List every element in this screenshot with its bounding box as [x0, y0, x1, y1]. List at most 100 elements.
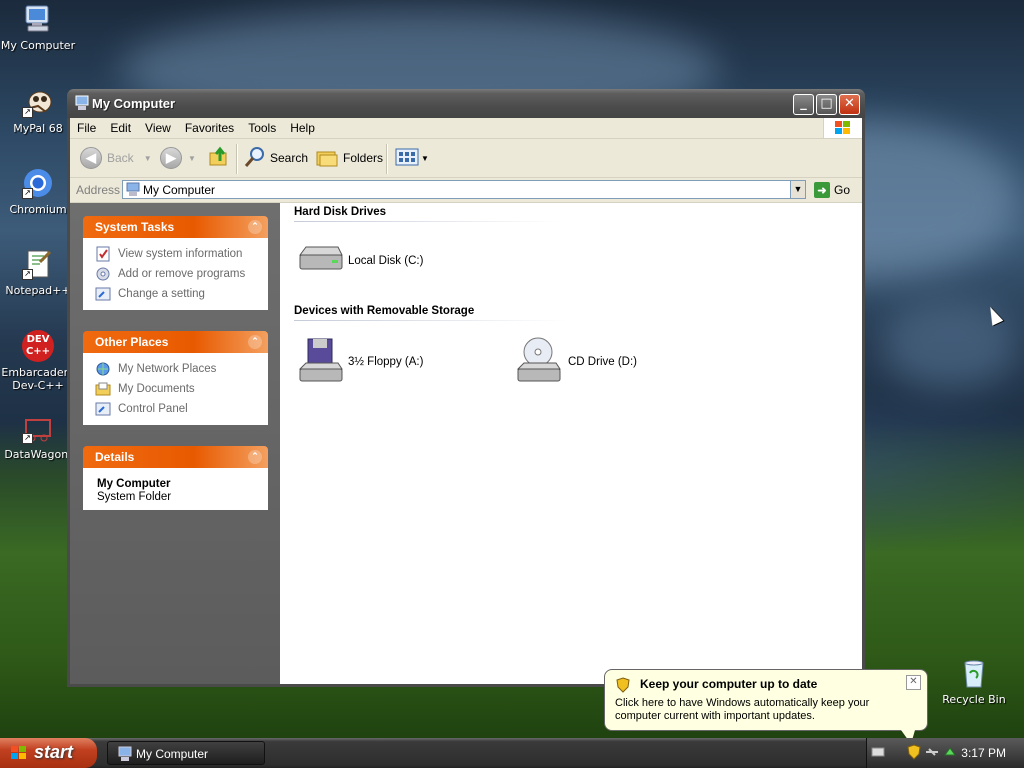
panel-title: Details	[95, 450, 135, 464]
menu-view[interactable]: View	[138, 118, 178, 135]
desktop-icon-label: DataWagon.	[4, 448, 72, 461]
close-button[interactable]: ✕	[839, 94, 860, 115]
address-value: My Computer	[143, 183, 216, 197]
place-label: Control Panel	[118, 403, 188, 415]
taskbar-button-my-computer[interactable]: My Computer	[107, 741, 265, 765]
search-button[interactable]: Search	[243, 146, 308, 170]
task-label: View system information	[118, 248, 243, 260]
forward-arrow-icon: ▶	[160, 147, 182, 169]
network-icon[interactable]	[925, 746, 939, 761]
drive-label: 3½ Floppy (A:)	[348, 355, 424, 368]
clock[interactable]: 3:17 PM	[961, 746, 1006, 760]
desktop-icon-mypal[interactable]: ↗ MyPal 68	[0, 86, 76, 135]
back-button[interactable]: ◀ Back ▼	[80, 146, 152, 170]
drive-cd-d[interactable]: CD Drive (D:)	[514, 335, 637, 388]
title-bar[interactable]: My Computer _ □ ✕	[67, 89, 865, 118]
up-folder-button[interactable]	[208, 146, 230, 170]
collapse-chevron-icon[interactable]: ⌃	[248, 220, 262, 234]
shortcut-arrow-icon: ↗	[22, 188, 33, 199]
folders-button[interactable]: Folders	[315, 146, 383, 170]
address-label: Address	[76, 183, 121, 197]
datawagon-icon: ↗	[22, 412, 54, 444]
up-folder-icon	[208, 146, 230, 171]
floppy-drive-icon	[296, 335, 344, 388]
minimize-button[interactable]: _	[793, 94, 814, 115]
place-label: My Documents	[118, 383, 195, 395]
balloon-close-button[interactable]: ✕	[906, 675, 921, 690]
details-panel: Details ⌃ My Computer System Folder	[83, 446, 268, 510]
go-arrow-icon: ➜	[814, 182, 830, 198]
views-button[interactable]: ▼	[395, 146, 429, 170]
task-add-remove-programs[interactable]: Add or remove programs	[95, 264, 268, 284]
desktop-icon-label: Embarcadero	[1, 366, 75, 379]
place-control-panel[interactable]: Control Panel	[95, 399, 268, 419]
task-view-system-info[interactable]: View system information	[95, 244, 268, 264]
other-places-panel: Other Places ⌃ My Network Places My Docu…	[83, 331, 268, 425]
shortcut-arrow-icon: ↗	[22, 433, 33, 444]
drive-label: CD Drive (D:)	[568, 355, 637, 368]
forward-button[interactable]: ▶ ▼	[160, 146, 196, 170]
chevron-down-icon: ▼	[421, 153, 429, 163]
devcpp-logo-text: DEV	[26, 334, 50, 345]
security-shield-icon[interactable]	[907, 744, 921, 763]
desktop-icon-datawagon[interactable]: ↗ DataWagon.	[0, 412, 76, 461]
system-tasks-panel: System Tasks ⌃ View system information A…	[83, 216, 268, 310]
drive-floppy-a[interactable]: 3½ Floppy (A:)	[296, 335, 423, 388]
details-header[interactable]: Details ⌃	[83, 446, 268, 468]
panel-title: System Tasks	[95, 220, 175, 234]
notepadpp-icon: ↗	[22, 248, 54, 280]
computer-icon	[126, 182, 140, 200]
mypal-icon: ↗	[22, 86, 54, 118]
chevron-down-icon: ▼	[188, 153, 196, 163]
start-button[interactable]: start	[0, 738, 97, 768]
address-input[interactable]: My Computer	[122, 180, 806, 199]
collapse-chevron-icon[interactable]: ⌃	[248, 450, 262, 464]
control-panel-icon	[95, 286, 111, 302]
details-type: System Folder	[97, 491, 172, 503]
task-pane: System Tasks ⌃ View system information A…	[70, 203, 280, 684]
menu-help[interactable]: Help	[283, 118, 322, 135]
desktop-icon-label: My Computer	[0, 39, 76, 52]
menu-bar: File Edit View Favorites Tools Help	[70, 118, 862, 139]
desktop-icon-my-computer[interactable]: My Computer	[0, 3, 76, 52]
update-notification-balloon[interactable]: Keep your computer up to date ✕ Click he…	[604, 669, 928, 744]
place-label: My Network Places	[118, 363, 217, 375]
chromium-icon: ↗	[22, 167, 54, 199]
go-button[interactable]: ➜ Go	[814, 181, 850, 199]
address-dropdown-chevron-icon[interactable]: ▼	[790, 180, 806, 199]
devcpp-icon: DEV C++	[22, 330, 54, 362]
shield-icon	[615, 677, 631, 696]
place-my-documents[interactable]: My Documents	[95, 379, 268, 399]
menu-file[interactable]: File	[70, 118, 103, 135]
other-places-header[interactable]: Other Places ⌃	[83, 331, 268, 353]
window-title: My Computer	[92, 96, 176, 111]
menu-favorites[interactable]: Favorites	[178, 118, 241, 135]
menu-tools[interactable]: Tools	[241, 118, 283, 135]
computer-icon	[22, 3, 54, 35]
place-my-network-places[interactable]: My Network Places	[95, 359, 268, 379]
views-icon	[395, 147, 419, 170]
hard-disk-icon	[296, 241, 344, 280]
desktop-icon-label: MyPal 68	[13, 122, 63, 135]
balloon-title: Keep your computer up to date	[640, 677, 818, 691]
desktop-icon-recycle-bin[interactable]: Recycle Bin	[936, 657, 1012, 706]
drive-label: Local Disk (C:)	[348, 254, 424, 267]
drive-local-disk-c[interactable]: Local Disk (C:)	[296, 241, 423, 280]
content-pane: Hard Disk Drives Local Disk (C:) Devices…	[280, 203, 862, 684]
desktop-icon-label: Chromium	[9, 203, 67, 216]
desktop-icon-devcpp[interactable]: DEV C++ Embarcadero Dev-C++	[0, 330, 76, 392]
taskbar: start My Computer 3:17 PM	[0, 738, 1024, 768]
system-tasks-header[interactable]: System Tasks ⌃	[83, 216, 268, 238]
maximize-button[interactable]: □	[816, 94, 837, 115]
desktop-icon-chromium[interactable]: ↗ Chromium	[0, 167, 76, 216]
shortcut-arrow-icon: ↗	[22, 269, 33, 280]
system-tray: 3:17 PM	[866, 738, 1024, 768]
computer-icon	[118, 746, 132, 765]
task-change-setting[interactable]: Change a setting	[95, 284, 268, 304]
collapse-chevron-icon[interactable]: ⌃	[248, 335, 262, 349]
windows-logo-icon	[823, 118, 862, 138]
desktop-icon-notepadpp[interactable]: ↗ Notepad++	[0, 248, 76, 297]
safely-remove-icon[interactable]	[943, 745, 957, 762]
keyboard-icon[interactable]	[871, 746, 885, 761]
menu-edit[interactable]: Edit	[103, 118, 138, 135]
